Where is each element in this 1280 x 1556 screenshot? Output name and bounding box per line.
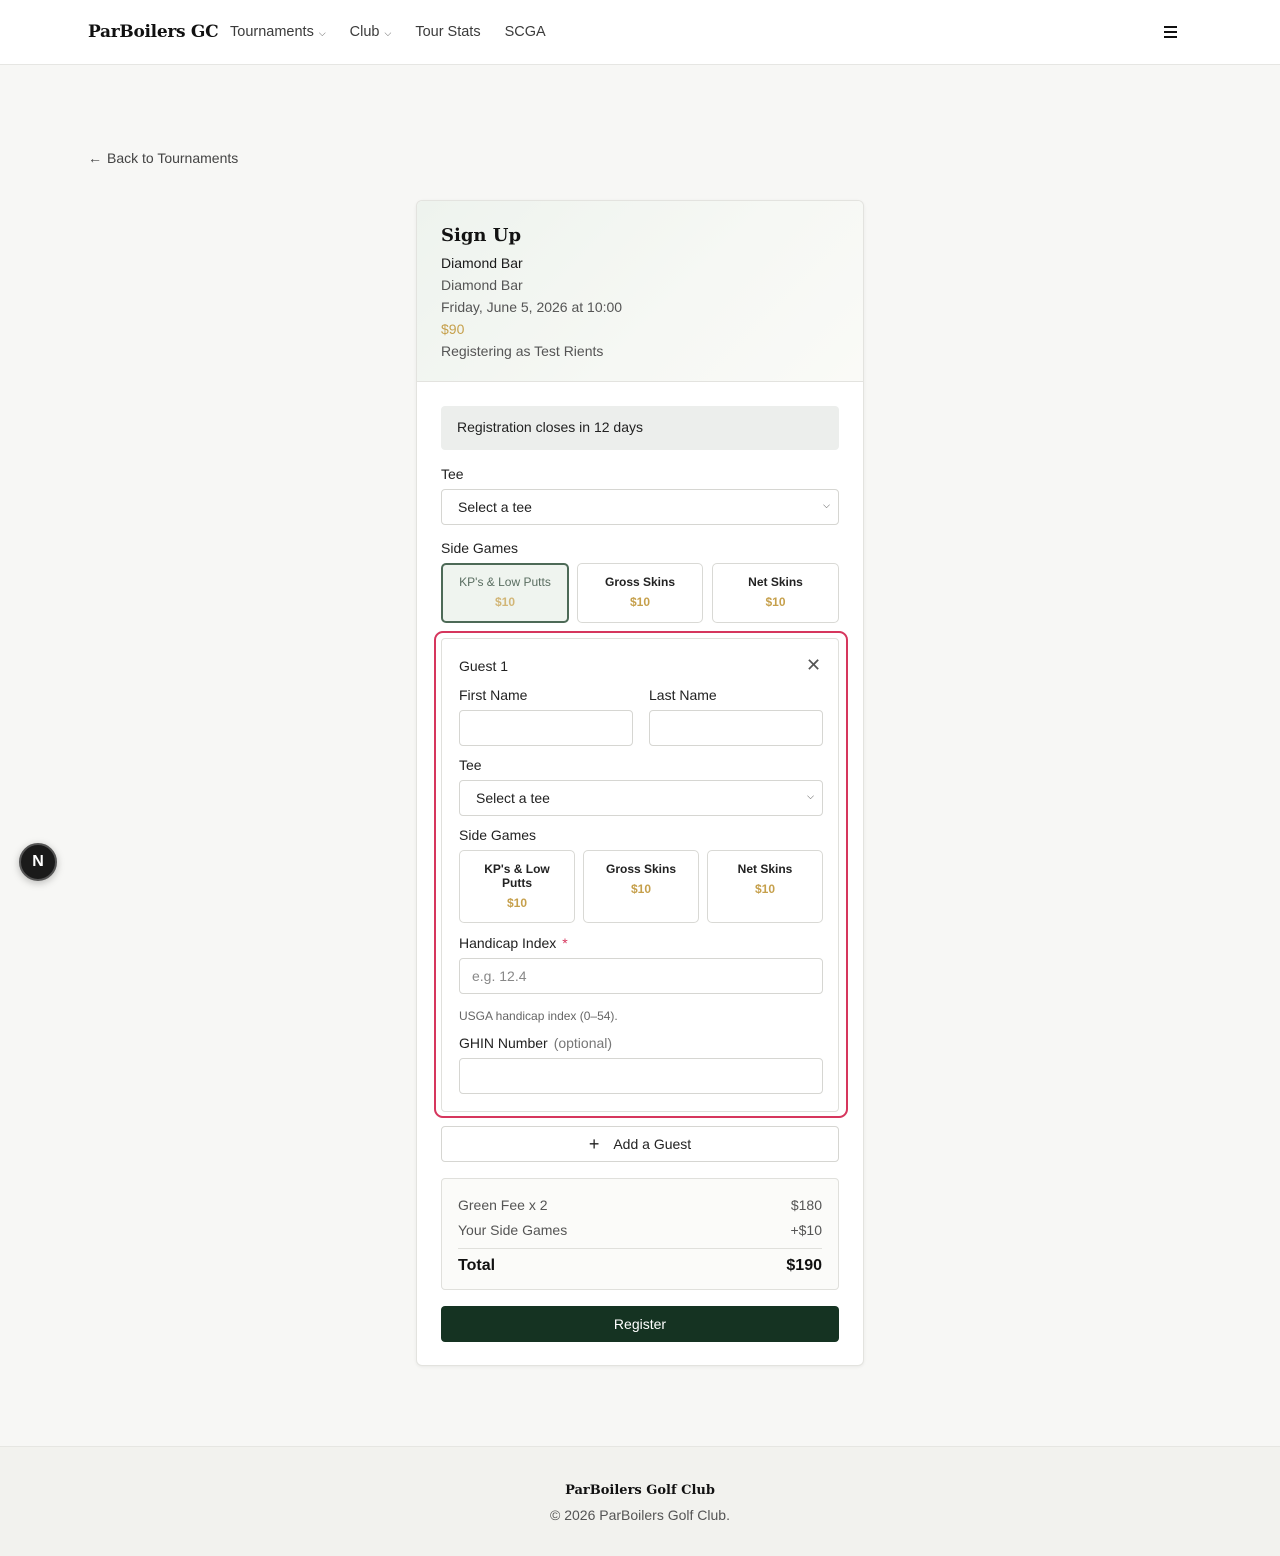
registration-closes-notice: Registration closes in 12 days (441, 406, 839, 450)
event-datetime: Friday, June 5, 2026 at 10:00 (441, 299, 623, 315)
nav-tournaments-label: Tournaments (230, 24, 314, 40)
event-name: Diamond Bar (441, 255, 523, 271)
optional-tag: (optional) (553, 1035, 613, 1051)
total-value: $190 (786, 1257, 822, 1274)
chevron-down-icon: ⌵ (384, 27, 392, 38)
side-game-price: $10 (765, 595, 786, 609)
back-to-tournaments-link[interactable]: ← Back to Tournaments (88, 150, 238, 166)
hamburger-icon[interactable] (1164, 26, 1184, 44)
green-fee-row: Green Fee x 2 $180 (458, 1197, 822, 1213)
register-button[interactable]: Register (441, 1306, 839, 1342)
arrow-left-icon: ← (88, 150, 102, 166)
guest-title: Guest 1 (459, 658, 509, 674)
nextjs-dev-badge[interactable]: N (19, 843, 57, 881)
side-game-price: $10 (630, 882, 652, 896)
side-game-name: Net Skins (737, 862, 793, 876)
side-games-summary-label: Your Side Games (458, 1222, 568, 1238)
tee-select[interactable]: Select a tee ⌵ (441, 489, 839, 525)
footer-title: ParBoilers Golf Club (565, 1483, 715, 1498)
event-price: $90 (441, 321, 465, 337)
guest-side-games-label: Side Games (459, 827, 537, 843)
green-fee-label: Green Fee x 2 (458, 1197, 548, 1213)
brand-logo[interactable]: ParBoilers GC (88, 22, 219, 42)
side-game-price: $10 (629, 595, 651, 609)
tee-label: Tee (441, 466, 464, 482)
guest-tee-select-value: Select a tee (476, 790, 550, 806)
ghin-number-input[interactable] (459, 1058, 823, 1094)
side-games-label: Side Games (441, 540, 519, 556)
handicap-index-label: Handicap Index * (459, 935, 568, 951)
side-game-net-skins[interactable]: Net Skins $10 (712, 563, 839, 623)
side-game-name: Gross Skins (605, 862, 677, 876)
nav-scga[interactable]: SCGA (505, 24, 546, 40)
plus-icon: + (588, 1134, 600, 1154)
guest-side-game-net-skins[interactable]: Net Skins $10 (707, 850, 823, 923)
guest-tee-select[interactable]: Select a tee ⌵ (459, 780, 823, 816)
last-name-input[interactable] (649, 710, 823, 746)
guest-side-game-gross-skins[interactable]: Gross Skins $10 (583, 850, 699, 923)
nav-tournaments[interactable]: Tournaments ⌵ (230, 24, 326, 40)
price-summary: Green Fee x 2 $180 Your Side Games +$10 … (441, 1178, 839, 1290)
add-guest-button[interactable]: + Add a Guest (441, 1126, 839, 1162)
signup-card: Sign Up Diamond Bar Diamond Bar Friday, … (416, 200, 864, 1366)
registering-as: Registering as Test Rients (441, 343, 604, 359)
nav-tour-stats[interactable]: Tour Stats (415, 24, 480, 40)
nav-scga-label: SCGA (504, 24, 546, 40)
side-game-name: Net Skins (748, 575, 803, 589)
last-name-label: Last Name (649, 687, 717, 703)
top-nav-bar: ParBoilers GC Tournaments ⌵ Club ⌵ Tour … (0, 0, 1280, 65)
ghin-number-label-text: GHIN Number (459, 1035, 548, 1051)
handicap-help-text: USGA handicap index (0–54). (459, 1009, 618, 1023)
main-nav: Tournaments ⌵ Club ⌵ Tour Stats SCGA (230, 24, 546, 40)
guest-tee-label: Tee (459, 757, 482, 773)
handicap-index-input[interactable]: e.g. 12.4 (459, 958, 823, 994)
footer-copyright: © 2026 ParBoilers Golf Club. (550, 1507, 730, 1523)
close-icon[interactable]: ✕ (806, 655, 821, 676)
required-marker: * (562, 935, 568, 951)
first-name-label: First Name (459, 687, 528, 703)
total-row: Total $190 (458, 1257, 822, 1275)
chevron-down-icon: ⌵ (823, 500, 830, 510)
signup-title: Sign Up (441, 225, 522, 246)
side-game-name: KP's & Low Putts (484, 862, 550, 890)
back-link-label: Back to Tournaments (107, 150, 239, 166)
tee-select-value: Select a tee (458, 499, 532, 515)
site-footer: ParBoilers Golf Club © 2026 ParBoilers G… (0, 1446, 1280, 1556)
side-games-row: Your Side Games +$10 (458, 1222, 822, 1238)
handicap-index-label-text: Handicap Index (459, 935, 557, 951)
nav-club-label: Club (349, 24, 380, 40)
nav-tour-stats-label: Tour Stats (415, 24, 481, 40)
chevron-down-icon: ⌵ (807, 791, 814, 801)
total-label: Total (458, 1257, 496, 1274)
side-game-gross-skins[interactable]: Gross Skins $10 (577, 563, 703, 623)
side-games-summary-value: +$10 (790, 1222, 822, 1238)
summary-divider (458, 1248, 822, 1249)
green-fee-value: $180 (790, 1197, 822, 1213)
ghin-number-label: GHIN Number (optional) (459, 1035, 612, 1051)
chevron-down-icon: ⌵ (318, 27, 326, 38)
side-game-name: KP's & Low Putts (459, 575, 551, 589)
side-game-price: $10 (494, 595, 516, 609)
guest-side-game-kps-low-putts[interactable]: KP's & Low Putts $10 (459, 850, 575, 923)
event-course: Diamond Bar (441, 277, 523, 293)
add-guest-label: Add a Guest (613, 1136, 692, 1152)
side-game-price: $10 (506, 896, 528, 910)
nav-club[interactable]: Club ⌵ (350, 24, 392, 40)
first-name-input[interactable] (459, 710, 633, 746)
side-game-name: Gross Skins (604, 575, 676, 589)
signup-card-header: Sign Up Diamond Bar Diamond Bar Friday, … (417, 201, 863, 382)
side-game-kps-low-putts[interactable]: KP's & Low Putts $10 (441, 563, 569, 623)
side-game-price: $10 (754, 882, 776, 896)
guest-1-panel: Guest 1 ✕ First Name Last Name Tee Selec… (441, 638, 839, 1112)
